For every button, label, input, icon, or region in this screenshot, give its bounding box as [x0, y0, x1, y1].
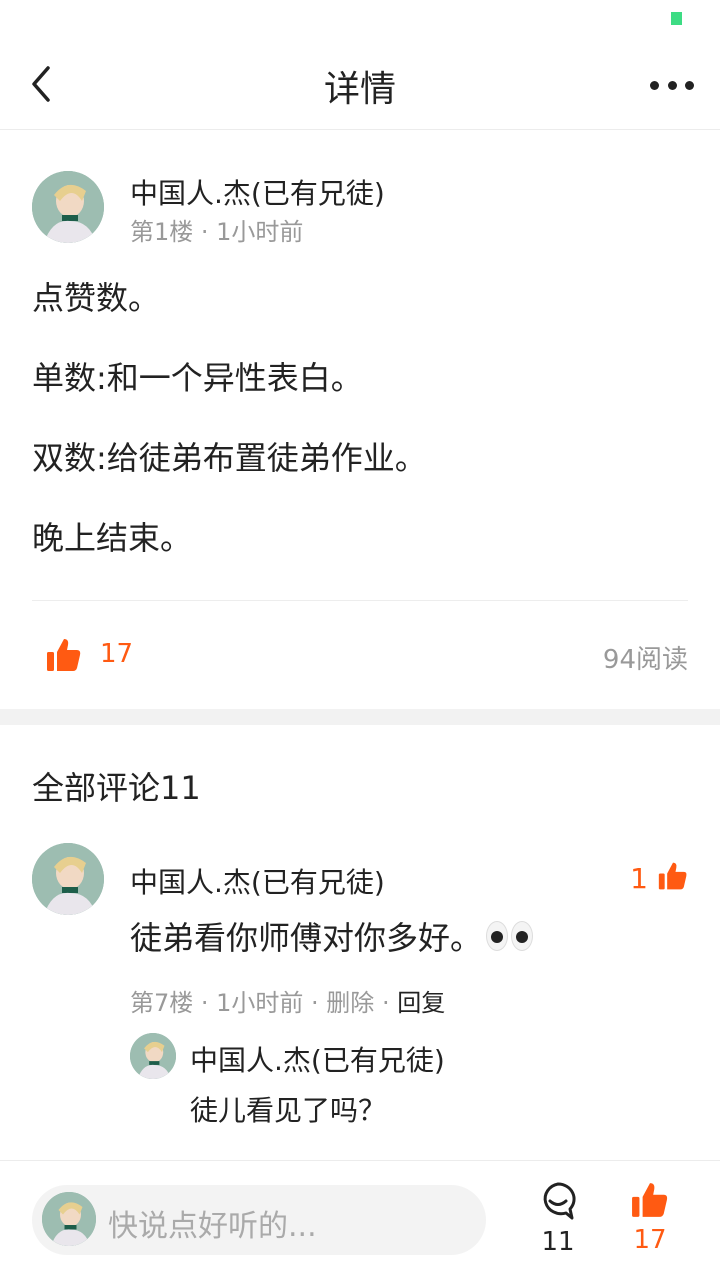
comment-author-name[interactable]: 中国人.杰(已有兄徒): [130, 861, 385, 901]
avatar[interactable]: [130, 1033, 176, 1079]
more-dots-icon[interactable]: [650, 80, 694, 90]
comment-like-count: 1: [630, 861, 648, 895]
thumbs-up-icon: [631, 1183, 669, 1223]
thumbs-up-icon[interactable]: [46, 637, 82, 673]
post-read-count: 94阅读: [602, 645, 688, 675]
bottom-bar: 快说点好听的... 11 17: [0, 1160, 720, 1280]
page: 详情 中国人.杰(已有兄徒) 第1楼 · 1小时前 点赞数。 单数:和一个异性表…: [0, 0, 720, 1280]
comment-like-button[interactable]: 1: [630, 861, 688, 895]
post-meta: 第1楼 · 1小时前: [130, 218, 304, 246]
comment-count: 11: [541, 1227, 575, 1257]
avatar[interactable]: [32, 843, 104, 915]
comment-meta-text: 第7楼 · 1小时前 · 删除 ·: [130, 989, 398, 1017]
comment-input-placeholder: 快说点好听的...: [108, 1209, 317, 1244]
comment-button[interactable]: 11: [530, 1181, 586, 1257]
like-count: 17: [633, 1225, 667, 1255]
post-line: 单数:和一个异性表白。: [32, 359, 363, 397]
comments-header: 全部评论11: [32, 769, 201, 807]
avatar: [42, 1192, 96, 1246]
sub-reply-author-name[interactable]: 中国人.杰(已有兄徒): [190, 1039, 445, 1079]
comment-item: 中国人.杰(已有兄徒) 1 徒弟看你师傅对你多好。 第7楼 · 1小时前 · 删…: [32, 843, 688, 1133]
post-line: 晚上结束。: [32, 519, 193, 557]
comment-input[interactable]: 快说点好听的...: [32, 1185, 486, 1255]
thumbs-up-icon: [658, 861, 688, 895]
comment-meta: 第7楼 · 1小时前 · 删除 · 回复: [130, 983, 445, 1018]
post: 中国人.杰(已有兄徒) 第1楼 · 1小时前 点赞数。 单数:和一个异性表白。 …: [0, 130, 720, 709]
status-bar: [0, 0, 720, 38]
post-line: 点赞数。: [32, 279, 161, 317]
avatar[interactable]: [32, 171, 104, 243]
comment-bubble-icon: [538, 1182, 578, 1225]
post-line: 双数:给徒弟布置徒弟作业。: [32, 439, 427, 477]
post-author-name[interactable]: 中国人.杰(已有兄徒): [130, 172, 385, 212]
post-body: 点赞数。 单数:和一个异性表白。 双数:给徒弟布置徒弟作业。 晚上结束。: [32, 278, 688, 558]
comments-section: 全部评论11 中国人.杰(已有兄徒) 1 徒弟看你师傅对你多好。 第7楼 · 1…: [0, 725, 720, 1133]
post-author-row: 中国人.杰(已有兄徒) 第1楼 · 1小时前: [32, 130, 688, 270]
like-button[interactable]: 17: [622, 1181, 678, 1255]
eyes-emoji-icon: [486, 921, 534, 951]
sub-reply-text: 徒儿看见了吗？: [190, 1094, 387, 1127]
top-nav: 详情: [0, 38, 720, 130]
post-like-count: 17: [100, 639, 134, 669]
sub-reply: 中国人.杰(已有兄徒) 徒儿看见了吗？: [130, 1033, 688, 1133]
reply-button[interactable]: 回复: [397, 989, 445, 1017]
page-title: 详情: [323, 69, 396, 110]
section-divider: [0, 709, 720, 725]
comment-text: 徒弟看你师傅对你多好。: [130, 919, 483, 957]
comment-text-row: 徒弟看你师傅对你多好。: [130, 913, 534, 959]
post-actions: 17 94阅读: [32, 601, 688, 709]
battery-icon: [671, 12, 682, 25]
